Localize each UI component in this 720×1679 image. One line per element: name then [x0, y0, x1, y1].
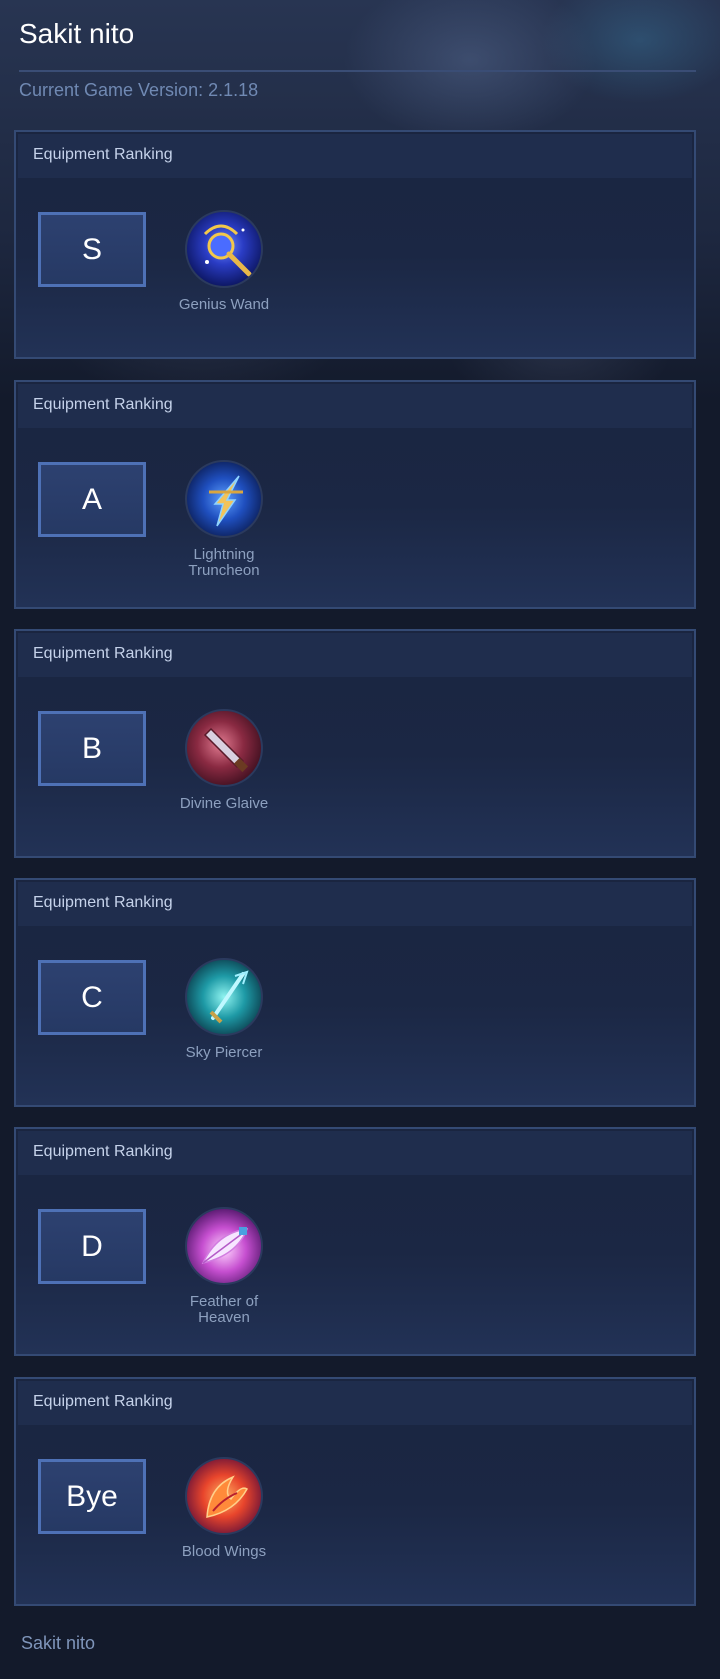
equipment-name: Feather of Heaven [189, 1293, 259, 1326]
equipment-name: Genius Wand [178, 296, 270, 313]
equipment-name: Sky Piercer [185, 1044, 263, 1061]
ranking-card-bye: Equipment Ranking Bye Blood Wings [14, 1377, 696, 1606]
feather-of-heaven-icon[interactable] [185, 1207, 263, 1285]
card-header-title: Equipment Ranking [33, 1393, 173, 1410]
card-header: Equipment Ranking [18, 1381, 692, 1425]
card-header: Equipment Ranking [18, 633, 692, 677]
footer-site-name: Sakit nito [21, 1633, 96, 1653]
equipment-item[interactable]: Sky Piercer [171, 958, 277, 1061]
tier-badge: Bye [38, 1459, 146, 1534]
card-header: Equipment Ranking [18, 882, 692, 926]
page: Sakit nito Current Game Version: 2.1.18 … [0, 0, 720, 1679]
equipment-item[interactable]: Genius Wand [171, 210, 277, 313]
blood-wings-icon[interactable] [185, 1457, 263, 1535]
title-divider [19, 70, 696, 72]
card-header: Equipment Ranking [18, 1131, 692, 1175]
genius-wand-icon[interactable] [185, 210, 263, 288]
card-header: Equipment Ranking [18, 134, 692, 178]
equipment-item[interactable]: Divine Glaive [171, 709, 277, 812]
tier-badge: D [38, 1209, 146, 1284]
page-title: Sakit nito [19, 18, 135, 49]
card-header-title: Equipment Ranking [33, 645, 173, 662]
ranking-card-c: Equipment Ranking C Sky Piercer [14, 878, 696, 1107]
card-header-title: Equipment Ranking [33, 894, 173, 911]
equipment-name: Blood Wings [181, 1543, 267, 1560]
game-version-label: Current Game Version: 2.1.18 [19, 80, 259, 100]
ranking-card-s: Equipment Ranking S Genius Wand [14, 130, 696, 359]
tier-badge: C [38, 960, 146, 1035]
card-header-title: Equipment Ranking [33, 396, 173, 413]
ranking-card-a: Equipment Ranking A Lightning Truncheon [14, 380, 696, 609]
card-header-title: Equipment Ranking [33, 1143, 173, 1160]
ranking-card-d: Equipment Ranking D Feather of Heaven [14, 1127, 696, 1356]
card-header-title: Equipment Ranking [33, 146, 173, 163]
tier-badge: A [38, 462, 146, 537]
sky-piercer-icon[interactable] [185, 958, 263, 1036]
equipment-item[interactable]: Blood Wings [171, 1457, 277, 1560]
equipment-name: Divine Glaive [179, 795, 269, 812]
equipment-name: Lightning Truncheon [188, 546, 260, 579]
divine-glaive-icon[interactable] [185, 709, 263, 787]
card-header: Equipment Ranking [18, 384, 692, 428]
ranking-card-b: Equipment Ranking B Divine Glaive [14, 629, 696, 858]
tier-badge: B [38, 711, 146, 786]
equipment-item[interactable]: Lightning Truncheon [171, 460, 277, 579]
lightning-truncheon-icon[interactable] [185, 460, 263, 538]
tier-badge: S [38, 212, 146, 287]
equipment-item[interactable]: Feather of Heaven [171, 1207, 277, 1326]
